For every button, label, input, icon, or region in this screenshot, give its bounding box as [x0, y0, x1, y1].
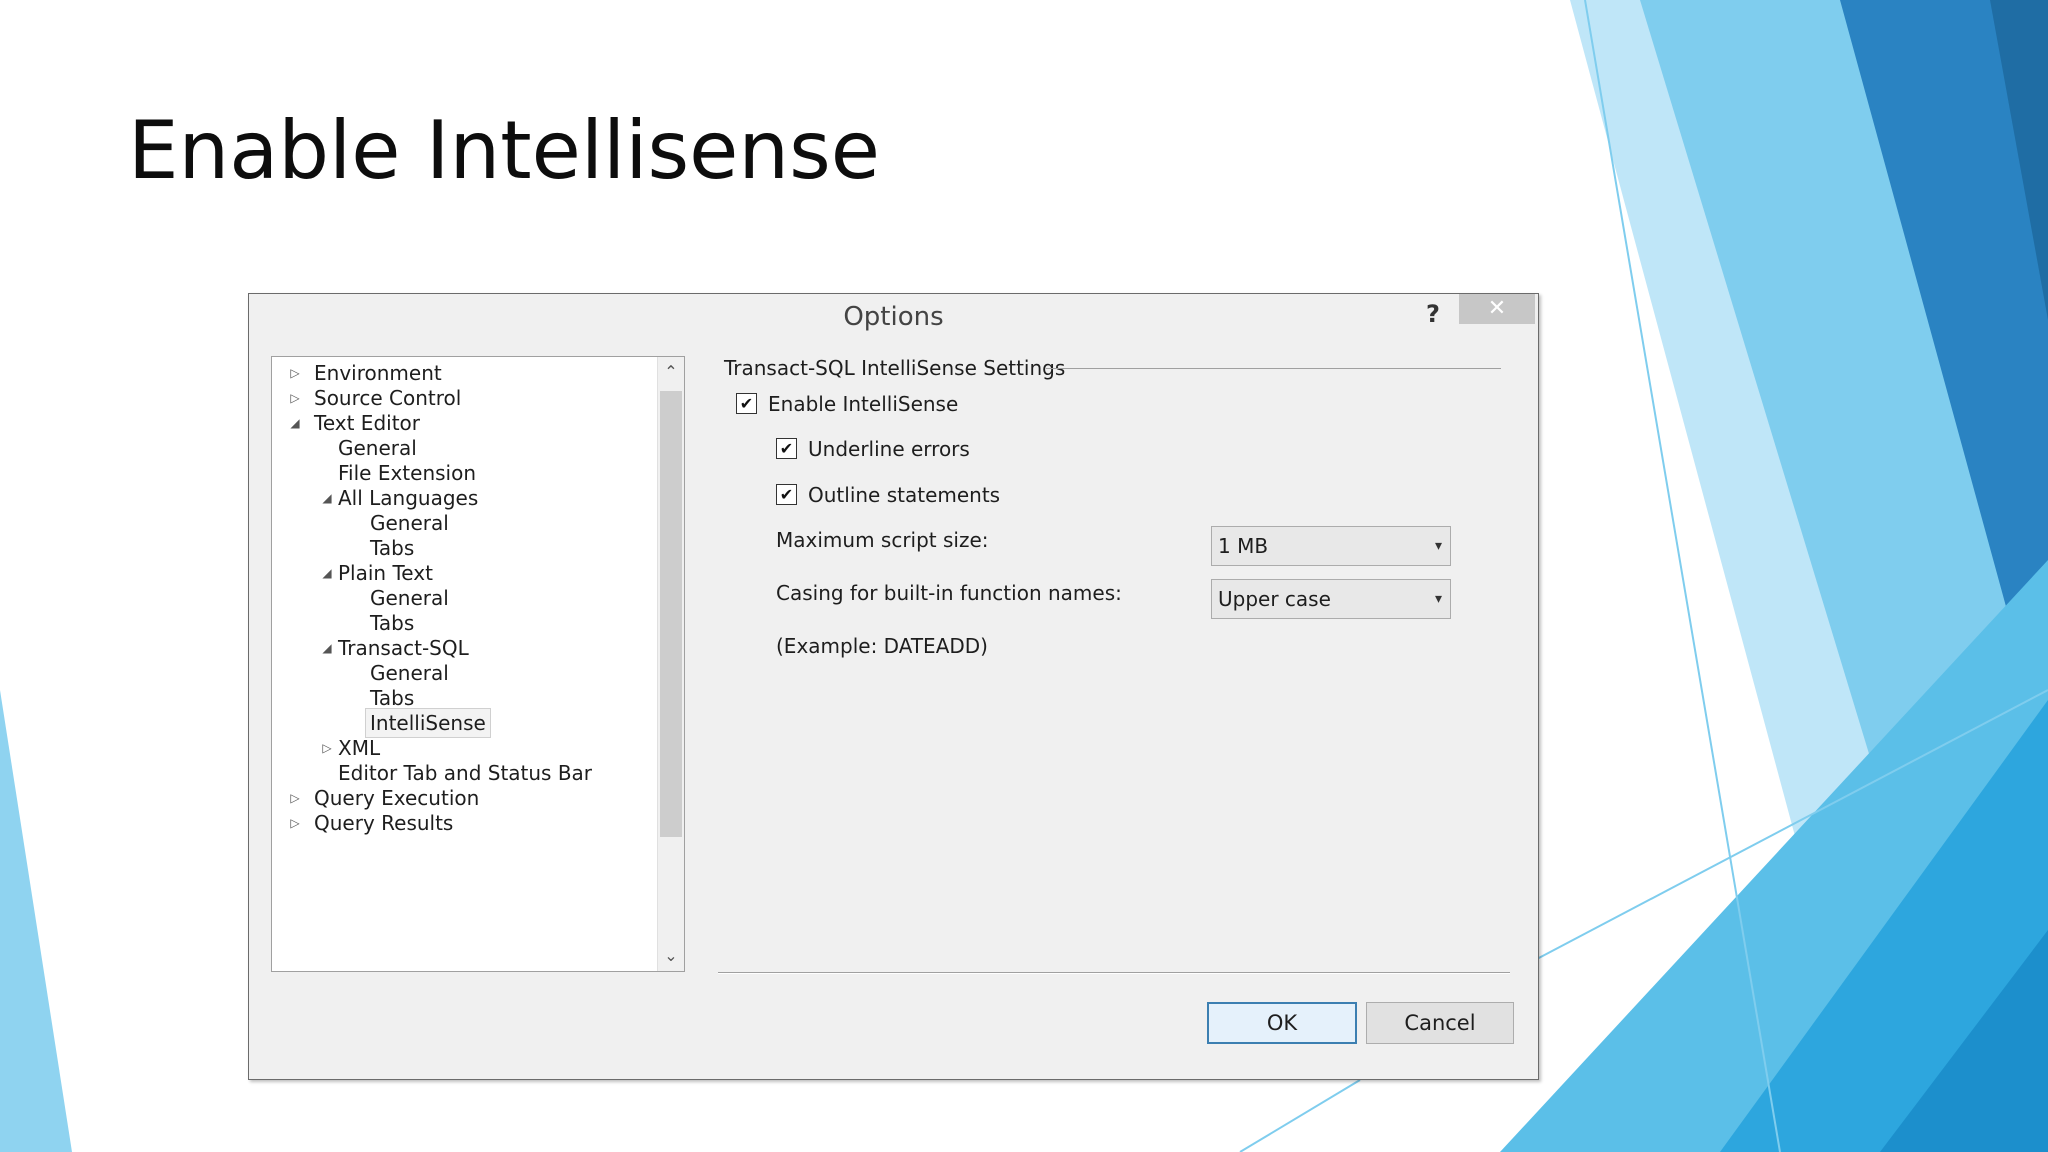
check-icon[interactable]: ✔: [736, 393, 757, 414]
options-tree: ▷ Environment ▷ Source Control ◢ Text Ed…: [271, 356, 685, 972]
expand-arrow-icon[interactable]: ▷: [288, 807, 302, 839]
scroll-up-icon[interactable]: ⌃: [658, 357, 684, 387]
collapse-arrow-icon[interactable]: ◢: [320, 632, 334, 664]
scroll-down-icon[interactable]: ⌄: [658, 941, 684, 971]
casing-select[interactable]: Upper case ▾: [1211, 579, 1451, 619]
footer-divider: [718, 972, 1510, 974]
chevron-down-icon[interactable]: ▾: [1435, 527, 1442, 565]
collapse-arrow-icon[interactable]: ◢: [320, 557, 334, 589]
dialog-title: Options: [843, 302, 944, 332]
group-divider: [1046, 368, 1501, 369]
underline-errors-label: Underline errors: [808, 437, 970, 461]
casing-value: Upper case: [1218, 587, 1331, 611]
dialog-titlebar: Options ? ✕: [249, 294, 1538, 338]
deco-line: [1239, 1079, 1361, 1152]
collapse-arrow-icon[interactable]: ◢: [320, 482, 334, 514]
deco-shape: [0, 690, 72, 1152]
ok-button[interactable]: OK: [1207, 1002, 1357, 1044]
max-script-size-select[interactable]: 1 MB ▾: [1211, 526, 1451, 566]
check-icon[interactable]: ✔: [776, 484, 797, 505]
scroll-thumb[interactable]: [660, 391, 682, 837]
slide-title: Enable Intellisense: [128, 104, 880, 197]
expand-arrow-icon[interactable]: ▷: [320, 732, 334, 764]
chevron-down-icon[interactable]: ▾: [1435, 580, 1442, 618]
check-icon[interactable]: ✔: [776, 438, 797, 459]
max-script-size-value: 1 MB: [1218, 534, 1269, 558]
collapse-arrow-icon[interactable]: ◢: [288, 407, 302, 439]
options-dialog: Options ? ✕ ▷ Environment ▷ Source Contr…: [248, 293, 1539, 1080]
enable-intellisense-label: Enable IntelliSense: [768, 392, 959, 416]
help-button[interactable]: ?: [1420, 294, 1446, 334]
close-button[interactable]: ✕: [1459, 294, 1535, 324]
tree-item-label: IntelliSense: [365, 708, 491, 738]
cancel-button[interactable]: Cancel: [1366, 1002, 1514, 1044]
max-script-size-label: Maximum script size:: [776, 528, 989, 552]
settings-group-title: Transact-SQL IntelliSense Settings: [724, 356, 1066, 380]
casing-label: Casing for built-in function names:: [776, 581, 1122, 605]
example-text: (Example: DATEADD): [776, 634, 988, 658]
tree-item-label: Query Results: [314, 811, 454, 835]
outline-statements-label: Outline statements: [808, 483, 1001, 507]
tree-scrollbar[interactable]: ⌃ ⌄: [657, 357, 684, 971]
